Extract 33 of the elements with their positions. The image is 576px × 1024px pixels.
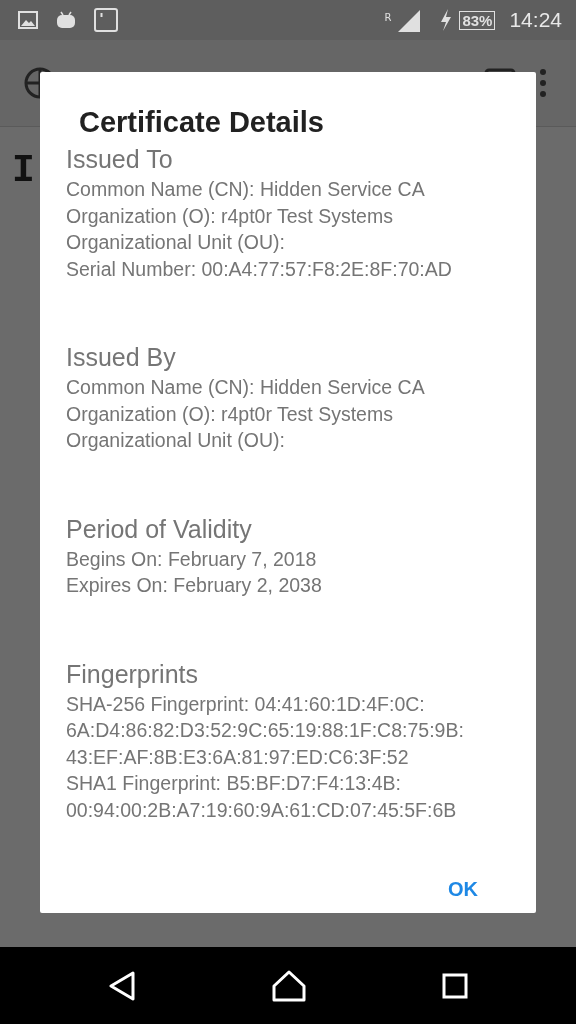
detail-line: 43:EF:AF:8B:E3:6A:81:97:ED:C6:3F:52 xyxy=(66,744,410,770)
image-icon xyxy=(18,11,38,29)
detail-line: SHA1 Fingerprint: B5:BF:D7:F4:13:4B: xyxy=(66,771,402,796)
robot-icon xyxy=(56,11,76,29)
dialog-title: Certificate Details xyxy=(79,106,325,139)
ok-button[interactable]: OK xyxy=(432,868,494,911)
section-heading: Period of Validity xyxy=(66,514,253,544)
detail-line: Common Name (CN): Hidden Service CA xyxy=(66,177,426,202)
page-heading: I xyxy=(12,149,35,192)
overflow-menu-icon xyxy=(538,68,548,98)
detail-line: Organizational Unit (OU): xyxy=(66,230,286,255)
roaming-indicator: R xyxy=(384,12,392,23)
detail-line: 00:94:00:2B:A7:19:60:9A:61:CD:07:45:5F:6B xyxy=(66,797,458,823)
detail-line: Organization (O): r4pt0r Test Systems xyxy=(66,203,394,229)
detail-line: Serial Number: 00:A4:77:57:F8:2E:8F:70:AD xyxy=(66,256,453,282)
detail-line: Begins On: February 7, 2018 xyxy=(66,546,318,572)
clock: 14:24 xyxy=(509,8,562,32)
detail-line: Common Name (CN): Hidden Service CA xyxy=(66,375,426,400)
home-icon[interactable] xyxy=(272,969,306,1002)
sim-card-icon xyxy=(94,8,118,32)
section-heading: Fingerprints xyxy=(66,659,199,689)
detail-line: Organization (O): r4pt0r Test Systems xyxy=(66,401,394,427)
section-heading: Issued By xyxy=(66,343,177,372)
detail-line: 6A:D4:86:82:D3:52:9C:65:19:88:1F:C8:75:9B: xyxy=(66,718,465,743)
detail-line: Organizational Unit (OU): xyxy=(66,428,286,453)
detail-line: Expires On: February 2, 2038 xyxy=(66,573,323,598)
section-heading: Issued To xyxy=(66,145,174,174)
battery-level: 83% xyxy=(459,10,496,30)
detail-line: SHA-256 Fingerprint: 04:41:60:1D:4F:0C: xyxy=(66,691,426,717)
recents-icon[interactable] xyxy=(442,972,468,999)
charging-icon xyxy=(439,9,454,31)
back-icon[interactable] xyxy=(108,970,136,1001)
signal-icon xyxy=(397,8,422,32)
